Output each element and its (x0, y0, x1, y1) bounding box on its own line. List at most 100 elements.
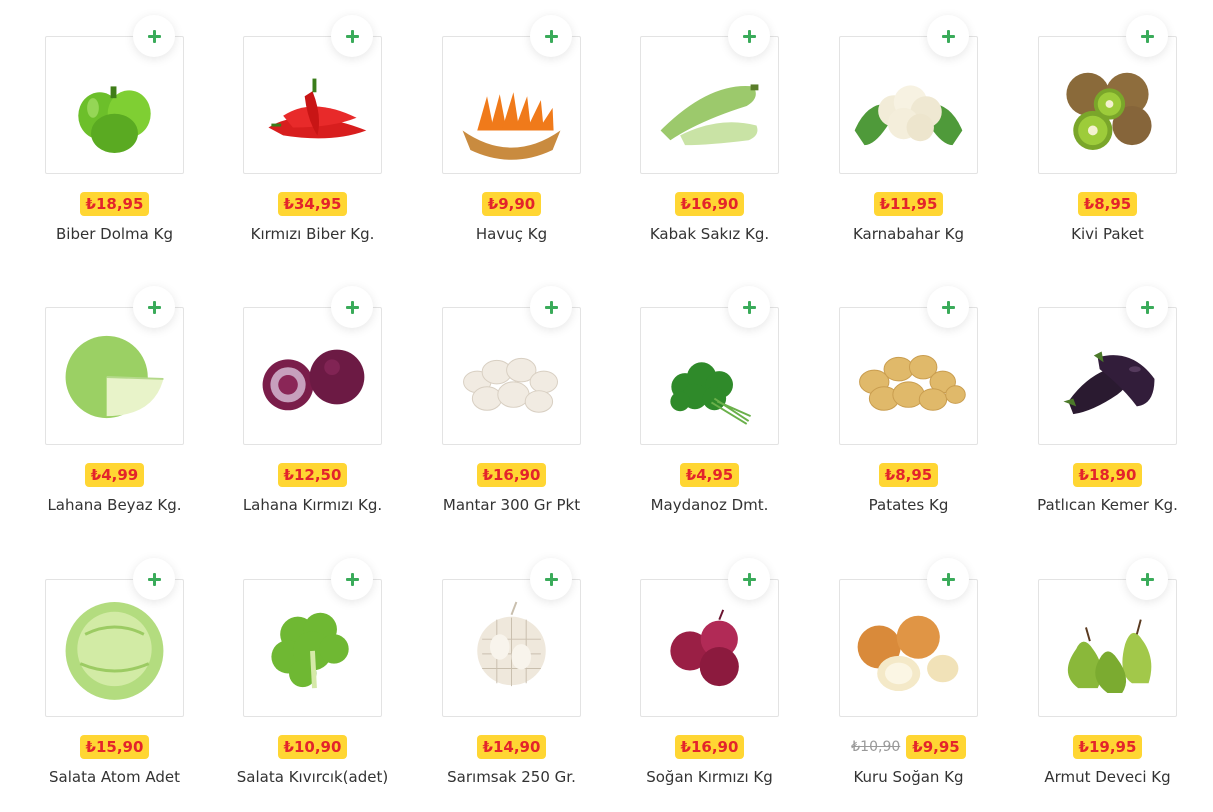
product-image[interactable] (1038, 579, 1177, 717)
product-card[interactable]: ₺12,50 Lahana Kırmızı Kg. (238, 286, 418, 536)
price-row: ₺10,90 (238, 735, 387, 759)
product-name[interactable]: Sarımsak 250 Gr. (417, 768, 606, 786)
product-image[interactable] (1038, 36, 1177, 174)
price-badge: ₺14,90 (476, 735, 547, 759)
product-card[interactable]: ₺8,95 Patates Kg (834, 286, 1014, 536)
product-name[interactable]: Biber Dolma Kg (20, 225, 209, 243)
product-image[interactable] (839, 307, 978, 445)
product-name[interactable]: Lahana Kırmızı Kg. (218, 496, 407, 514)
product-image[interactable] (45, 307, 184, 445)
product-image[interactable] (442, 307, 581, 445)
product-card[interactable]: ₺18,95 Biber Dolma Kg (40, 15, 220, 265)
add-to-cart-button[interactable] (1126, 286, 1168, 328)
product-card[interactable]: ₺4,95 Maydanoz Dmt. (635, 286, 815, 536)
price-badge: ₺19,95 (1072, 735, 1143, 759)
add-to-cart-button[interactable] (728, 15, 770, 57)
carrot-image (462, 92, 561, 160)
product-name[interactable]: Karnabahar Kg (814, 225, 1003, 243)
product-name[interactable]: Soğan Kırmızı Kg (615, 768, 804, 786)
add-to-cart-button[interactable] (728, 286, 770, 328)
price-row: ₺16,90 (437, 463, 586, 487)
product-image[interactable] (1038, 307, 1177, 445)
price-badge: ₺4,95 (679, 463, 740, 487)
product-name[interactable]: Kuru Soğan Kg (814, 768, 1003, 786)
add-to-cart-button[interactable] (927, 558, 969, 600)
product-card[interactable]: ₺16,90 Mantar 300 Gr Pkt (437, 286, 617, 536)
add-to-cart-button[interactable] (1126, 558, 1168, 600)
product-image[interactable] (45, 36, 184, 174)
red-pepper-image (268, 78, 367, 139)
mushroom-image (463, 357, 558, 413)
product-name[interactable]: Patlıcan Kemer Kg. (1013, 496, 1202, 514)
add-to-cart-button[interactable] (530, 286, 572, 328)
product-image[interactable] (640, 36, 779, 174)
plus-icon (1140, 300, 1154, 314)
product-name[interactable]: Kırmızı Biber Kg. (218, 225, 407, 243)
product-card[interactable]: ₺19,95 Armut Deveci Kg (1033, 558, 1213, 808)
price-row: ₺34,95 (238, 192, 387, 216)
plus-icon (742, 572, 756, 586)
product-image[interactable] (442, 36, 581, 174)
product-card[interactable]: ₺10,90 Salata Kıvırcık(adet) (237, 558, 418, 808)
add-to-cart-button[interactable] (1126, 15, 1168, 57)
product-name[interactable]: Havuç Kg (417, 225, 606, 243)
product-image[interactable] (640, 307, 779, 445)
add-to-cart-button[interactable] (331, 286, 373, 328)
price-badge: ₺16,90 (674, 735, 745, 759)
product-image[interactable] (442, 579, 581, 717)
product-name[interactable]: Salata Kıvırcık(adet) (218, 768, 407, 786)
add-to-cart-button[interactable] (331, 15, 373, 57)
product-image[interactable] (839, 36, 978, 174)
price-badge: ₺15,90 (79, 735, 150, 759)
product-card[interactable]: ₺4,99 Lahana Beyaz Kg. (40, 286, 220, 536)
price-badge: ₺12,50 (277, 463, 348, 487)
price-row: ₺16,90 (635, 192, 784, 216)
price-row: ₺18,95 (40, 192, 189, 216)
plus-icon (345, 300, 359, 314)
add-to-cart-button[interactable] (530, 558, 572, 600)
product-image[interactable] (243, 579, 382, 717)
product-image[interactable] (45, 579, 184, 717)
product-image[interactable] (243, 307, 382, 445)
price-row: ₺16,90 (635, 735, 784, 759)
parsley-image (670, 362, 751, 425)
product-image[interactable] (640, 579, 779, 717)
pear-image (1067, 619, 1152, 694)
product-name[interactable]: Kivi Paket (1013, 225, 1202, 243)
product-card[interactable]: ₺18,90 Patlıcan Kemer Kg. (1033, 286, 1213, 536)
add-to-cart-button[interactable] (728, 558, 770, 600)
product-card[interactable]: ₺9,90 Havuç Kg (437, 15, 617, 265)
product-name[interactable]: Maydanoz Dmt. (615, 496, 804, 514)
product-name[interactable]: Mantar 300 Gr Pkt (417, 496, 606, 514)
product-name[interactable]: Salata Atom Adet (20, 768, 209, 786)
price-row: ₺19,95 (1033, 735, 1182, 759)
add-to-cart-button[interactable] (331, 558, 373, 600)
product-image[interactable] (839, 579, 978, 717)
product-card[interactable]: ₺16,90 Soğan Kırmızı Kg (635, 558, 815, 808)
product-card[interactable]: ₺14,90 Sarımsak 250 Gr. (437, 558, 617, 808)
product-card[interactable]: ₺8,95 Kivi Paket (1033, 15, 1213, 265)
price-row: ₺18,90 (1033, 463, 1182, 487)
product-card[interactable]: ₺11,95 Karnabahar Kg (834, 15, 1014, 265)
green-pepper-image (78, 86, 151, 153)
product-card[interactable]: ₺16,90 Kabak Sakız Kg. (635, 15, 815, 265)
add-to-cart-button[interactable] (927, 15, 969, 57)
plus-icon (147, 300, 161, 314)
product-image[interactable] (243, 36, 382, 174)
add-to-cart-button[interactable] (133, 15, 175, 57)
product-card[interactable]: ₺10,90 ₺9,95 Kuru Soğan Kg (834, 558, 1014, 808)
product-name[interactable]: Armut Deveci Kg (1013, 768, 1202, 786)
product-card[interactable]: ₺34,95 Kırmızı Biber Kg. (238, 15, 418, 265)
product-name[interactable]: Kabak Sakız Kg. (615, 225, 804, 243)
plus-icon (941, 572, 955, 586)
price-badge: ₺8,95 (1077, 192, 1138, 216)
product-name[interactable]: Patates Kg (814, 496, 1003, 514)
eggplant-image (1063, 351, 1155, 415)
product-card[interactable]: ₺15,90 Salata Atom Adet (40, 558, 220, 808)
add-to-cart-button[interactable] (133, 558, 175, 600)
add-to-cart-button[interactable] (530, 15, 572, 57)
plus-icon (544, 300, 558, 314)
product-name[interactable]: Lahana Beyaz Kg. (20, 496, 209, 514)
add-to-cart-button[interactable] (133, 286, 175, 328)
add-to-cart-button[interactable] (927, 286, 969, 328)
